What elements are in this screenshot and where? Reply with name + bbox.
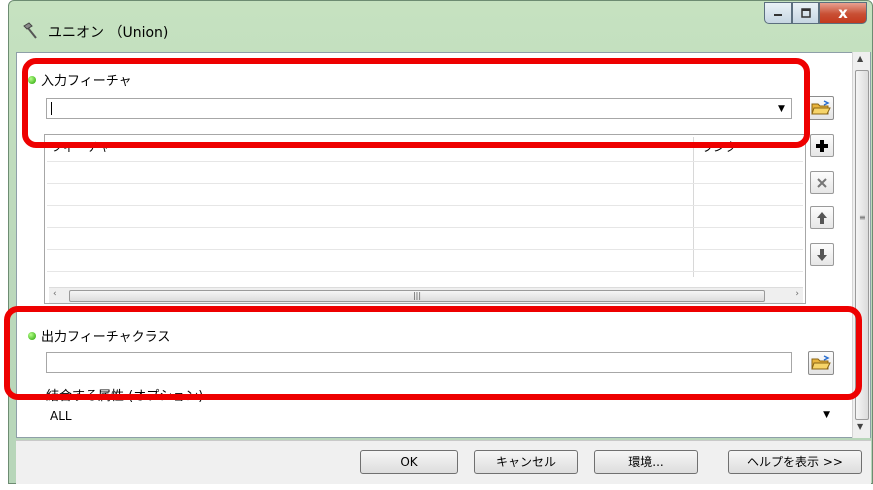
join-attributes-value: ALL bbox=[50, 409, 72, 423]
open-folder-icon bbox=[811, 100, 831, 115]
table-horizontal-scrollbar[interactable]: ‹ ||| › bbox=[49, 287, 803, 303]
dialog-vertical-scrollbar[interactable]: ▲ ≡ ▼ bbox=[852, 52, 870, 438]
text-cursor bbox=[51, 102, 52, 115]
open-folder-icon bbox=[811, 355, 831, 370]
cancel-button[interactable]: キャンセル bbox=[474, 450, 578, 474]
minimize-button[interactable] bbox=[764, 2, 792, 24]
table-row bbox=[47, 271, 803, 272]
required-indicator-icon bbox=[28, 331, 36, 340]
join-attributes-select[interactable]: ALL ▼ bbox=[46, 406, 836, 428]
hammer-tool-icon bbox=[20, 20, 42, 42]
scroll-down-icon[interactable]: ▼ bbox=[857, 422, 863, 431]
scroll-right-icon[interactable]: › bbox=[795, 289, 799, 299]
close-icon: x bbox=[838, 4, 848, 22]
add-icon bbox=[816, 139, 828, 152]
title-bar: ユニオン （Union) bbox=[8, 0, 873, 50]
dropdown-arrow-icon[interactable]: ▼ bbox=[774, 101, 789, 116]
scroll-left-icon[interactable]: ‹ bbox=[53, 289, 57, 299]
browse-output-button[interactable] bbox=[808, 351, 834, 375]
input-features-combo[interactable]: ▼ bbox=[46, 98, 792, 119]
move-up-button[interactable] bbox=[810, 206, 834, 229]
input-features-label: 入力フィーチャ bbox=[28, 70, 132, 89]
ok-button[interactable]: OK bbox=[360, 450, 458, 474]
join-attributes-label: 結合する属性 (オプション) bbox=[46, 385, 203, 404]
move-up-icon bbox=[817, 211, 827, 224]
move-down-icon bbox=[817, 248, 827, 261]
output-feature-class-label-text: 出力フィーチャクラス bbox=[41, 330, 171, 345]
window-controls: x bbox=[764, 2, 867, 24]
input-features-table: フィーチャ ランク ‹ ||| › bbox=[44, 134, 806, 304]
window-title: ユニオン （Union) bbox=[48, 25, 169, 41]
close-button[interactable]: x bbox=[819, 2, 867, 24]
input-features-label-text: 入力フィーチャ bbox=[41, 74, 132, 89]
maximize-button[interactable] bbox=[792, 2, 819, 24]
join-attributes-label-text: 結合する属性 (オプション) bbox=[46, 389, 204, 404]
dropdown-arrow-icon[interactable]: ▼ bbox=[823, 410, 830, 420]
output-feature-class-label: 出力フィーチャクラス bbox=[28, 326, 170, 345]
scrollbar-thumb[interactable]: ||| bbox=[69, 290, 765, 302]
output-feature-class-field[interactable] bbox=[46, 352, 792, 373]
required-indicator-icon bbox=[28, 75, 36, 84]
remove-icon bbox=[817, 177, 827, 188]
scroll-up-icon[interactable]: ▲ bbox=[857, 54, 863, 63]
table-row bbox=[47, 183, 803, 184]
add-row-button[interactable] bbox=[810, 134, 834, 157]
column-header-rank[interactable]: ランク bbox=[701, 137, 737, 157]
browse-input-button[interactable] bbox=[808, 96, 834, 120]
table-row bbox=[47, 249, 803, 250]
remove-row-button[interactable] bbox=[810, 171, 834, 194]
column-separator bbox=[693, 137, 694, 277]
table-row bbox=[47, 227, 803, 228]
maximize-icon bbox=[800, 8, 811, 18]
show-help-button[interactable]: ヘルプを表示 >> bbox=[728, 450, 862, 474]
column-header-features[interactable]: フィーチャ bbox=[51, 137, 111, 157]
grip-icon: ≡ bbox=[859, 213, 866, 222]
environments-button[interactable]: 環境... bbox=[594, 450, 698, 474]
table-row bbox=[47, 161, 803, 162]
minimize-icon bbox=[774, 14, 782, 16]
scrollbar-thumb[interactable]: ≡ bbox=[855, 70, 869, 420]
move-down-button[interactable] bbox=[810, 243, 834, 266]
table-row bbox=[47, 205, 803, 206]
